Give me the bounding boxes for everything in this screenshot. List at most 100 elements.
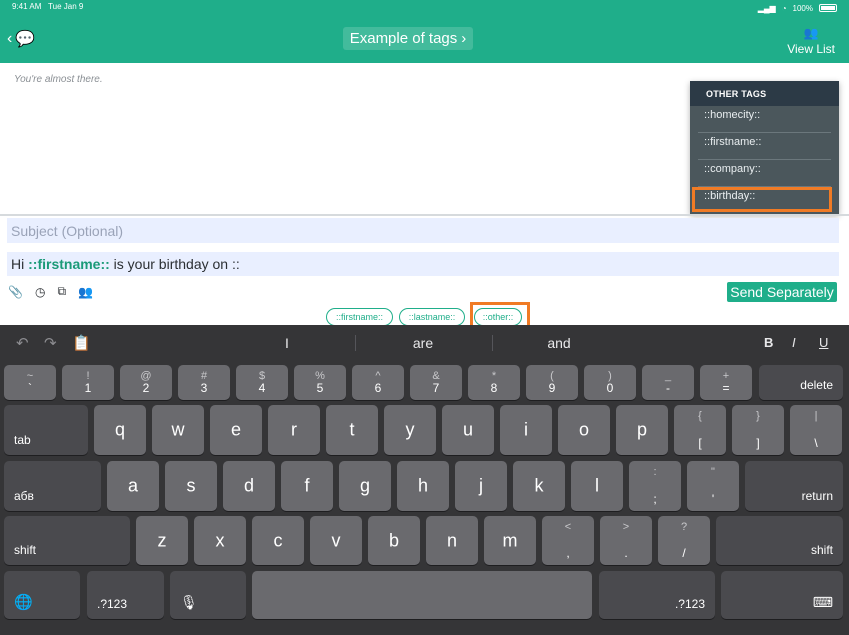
- key-letter: b: [388, 530, 399, 550]
- key-w[interactable]: w: [152, 405, 204, 455]
- key-punct2-1[interactable]: >.: [600, 516, 652, 565]
- suggestion-3[interactable]: and: [494, 335, 624, 351]
- key-bracket-0[interactable]: {[: [674, 405, 726, 455]
- key-3[interactable]: #3: [178, 365, 230, 400]
- key-return[interactable]: return: [745, 461, 843, 511]
- key-numbers-left[interactable]: .?123: [87, 571, 164, 619]
- copy-icon[interactable]: ⧉: [57, 284, 66, 299]
- key-n[interactable]: n: [426, 516, 478, 565]
- key-8[interactable]: * 8: [468, 365, 520, 400]
- key-k[interactable]: k: [513, 461, 565, 511]
- key-shift-left[interactable]: shift: [4, 516, 130, 565]
- suggestion-2[interactable]: are: [358, 335, 488, 351]
- key-`[interactable]: ~ `: [4, 365, 56, 400]
- message-body-input[interactable]: Hi ::firstname:: is your birthday on ::: [7, 252, 839, 276]
- tag-item-company[interactable]: ::company::: [698, 160, 831, 187]
- nav-bar: 9:41 AM Tue Jan 9 ▂▄▆ ◔ 100% ‹ 💬 Example…: [0, 0, 849, 63]
- key-shift-right[interactable]: shift: [716, 516, 843, 565]
- key-dictation[interactable]: 🎙: [170, 571, 246, 619]
- key-letter: f: [304, 475, 310, 496]
- key-l[interactable]: l: [571, 461, 623, 511]
- key-s[interactable]: s: [165, 461, 217, 511]
- key-q[interactable]: q: [94, 405, 146, 455]
- paperclip-icon[interactable]: 📎: [8, 285, 23, 299]
- chip-firstname[interactable]: ::firstname::: [326, 308, 393, 326]
- chevron-left-icon: ‹: [7, 30, 13, 47]
- key-1[interactable]: ! 1: [62, 365, 114, 400]
- clock-icon[interactable]: ◷: [35, 285, 45, 299]
- key-punct2-0[interactable]: <,: [542, 516, 594, 565]
- status-date: Tue Jan 9: [48, 2, 84, 11]
- chat-bubbles-icon: 💬: [15, 31, 36, 48]
- key-9[interactable]: (9: [526, 365, 578, 400]
- key-p[interactable]: p: [616, 405, 668, 455]
- key-=[interactable]: + =: [700, 365, 752, 400]
- group-icon[interactable]: 👥: [78, 285, 93, 299]
- key-2[interactable]: @2: [120, 365, 172, 400]
- send-separately-button[interactable]: Send Separately: [727, 282, 837, 302]
- key-b[interactable]: b: [368, 516, 420, 565]
- key-j[interactable]: j: [455, 461, 507, 511]
- key-symbol: 9: [548, 381, 556, 395]
- key-x[interactable]: x: [194, 516, 246, 565]
- key-shift-symbol: {: [698, 410, 702, 422]
- key-d[interactable]: d: [223, 461, 275, 511]
- key-globe[interactable]: 🌐: [4, 571, 80, 619]
- nav-title: Example of tags: [349, 30, 458, 47]
- hint-text: You're almost there.: [14, 74, 103, 85]
- underline-button[interactable]: U: [819, 335, 828, 350]
- key-7[interactable]: & 7: [410, 365, 462, 400]
- key-letter: v: [331, 530, 341, 550]
- key-u[interactable]: u: [442, 405, 494, 455]
- key-v[interactable]: v: [310, 516, 362, 565]
- redo-icon[interactable]: ↷: [44, 334, 57, 352]
- key-o[interactable]: o: [558, 405, 610, 455]
- key-m[interactable]: m: [484, 516, 536, 565]
- key-punct2-2[interactable]: ? /: [658, 516, 710, 565]
- title-button[interactable]: Example of tags ›: [343, 27, 473, 50]
- key-e[interactable]: e: [210, 405, 262, 455]
- paste-icon[interactable]: 📋: [72, 334, 91, 352]
- key-f[interactable]: f: [281, 461, 333, 511]
- key-t[interactable]: t: [326, 405, 378, 455]
- key-r[interactable]: r: [268, 405, 320, 455]
- key-shift-label: shift: [810, 543, 833, 557]
- key-symbol: [: [698, 436, 702, 450]
- key-numbers-label: .?123: [97, 597, 128, 611]
- key-z[interactable]: z: [136, 516, 188, 565]
- key-bracket-2[interactable]: | \: [790, 405, 842, 455]
- key-tab[interactable]: tab: [4, 405, 88, 455]
- italic-button[interactable]: I: [792, 335, 796, 350]
- key-numbers-right[interactable]: .?123: [599, 571, 715, 619]
- key-hide-keyboard[interactable]: ⌨: [721, 571, 843, 619]
- key-4[interactable]: $4: [236, 365, 288, 400]
- key-i[interactable]: i: [500, 405, 552, 455]
- key-y[interactable]: y: [384, 405, 436, 455]
- body-prefix: Hi: [11, 256, 29, 272]
- key--[interactable]: _ -: [642, 365, 694, 400]
- key-c[interactable]: c: [252, 516, 304, 565]
- key-h[interactable]: h: [397, 461, 449, 511]
- key-5[interactable]: % 5: [294, 365, 346, 400]
- key-delete[interactable]: delete: [759, 365, 843, 400]
- key-bracket-1[interactable]: }]: [732, 405, 784, 455]
- back-button[interactable]: ‹ 💬: [7, 29, 35, 49]
- key-space[interactable]: [252, 571, 592, 619]
- undo-icon[interactable]: ↶: [16, 334, 29, 352]
- tag-item-homecity[interactable]: ::homecity::: [698, 106, 831, 133]
- key-a[interactable]: a: [107, 461, 159, 511]
- view-list-button[interactable]: 👥 View List: [787, 26, 835, 56]
- key-6[interactable]: ^ 6: [352, 365, 404, 400]
- key-punct-0[interactable]: :;: [629, 461, 681, 511]
- key-caps-layout[interactable]: абв: [4, 461, 101, 511]
- key-letter: m: [502, 530, 518, 550]
- subject-input[interactable]: Subject (Optional): [7, 218, 839, 243]
- bold-button[interactable]: B: [764, 335, 773, 350]
- key-g[interactable]: g: [339, 461, 391, 511]
- suggestion-1[interactable]: I: [222, 335, 352, 351]
- key-0[interactable]: ) 0: [584, 365, 636, 400]
- key-punct-1[interactable]: " ': [687, 461, 739, 511]
- key-letter: q: [114, 419, 125, 440]
- tag-item-firstname[interactable]: ::firstname::: [698, 133, 831, 160]
- chip-lastname[interactable]: ::lastname::: [399, 308, 465, 326]
